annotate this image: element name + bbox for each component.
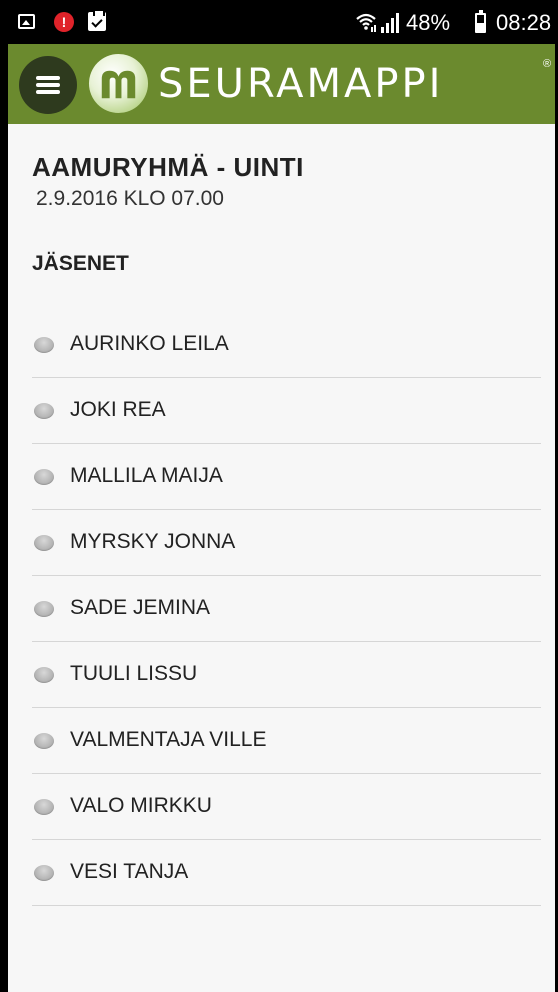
registered-mark: ® — [543, 58, 552, 70]
logo-text-seura: SEURA — [158, 61, 307, 107]
member-list-item[interactable]: MYRSKY JONNA — [32, 510, 541, 576]
member-name: VALO MIRKKU — [70, 794, 212, 817]
battery-percent: 48% — [406, 10, 451, 35]
logo-text-mappi: MAPPI — [306, 61, 444, 107]
members-section-header: JÄSENET — [32, 252, 129, 275]
member-name: MYRSKY JONNA — [70, 530, 236, 553]
clipboard-check-icon — [88, 9, 106, 31]
status-dot-icon — [34, 733, 54, 749]
status-dot-icon — [34, 667, 54, 683]
status-dot-icon — [34, 337, 54, 353]
clock: 08:28 — [496, 10, 552, 35]
status-dot-icon — [34, 535, 54, 551]
battery-icon — [475, 10, 486, 33]
status-dot-icon — [34, 799, 54, 815]
status-bar: ! 48% 08:28 — [8, 0, 555, 44]
member-list-item[interactable]: MALLILA MAIJA — [32, 444, 541, 510]
status-dot-icon — [34, 469, 54, 485]
member-list-item[interactable]: VALO MIRKKU — [32, 774, 541, 840]
gallery-icon — [18, 14, 35, 29]
main-content: AAMURYHMÄ - UINTI 2.9.2016 KLO 07.00 JÄS… — [8, 124, 555, 992]
status-dot-icon — [34, 865, 54, 881]
member-list: AURINKO LEILA JOKI REA MALLILA MAIJA MYRSKY… — [32, 312, 541, 906]
status-dot-icon — [34, 601, 54, 617]
member-name: TUULI LISSU — [70, 662, 198, 685]
member-name: VESI TANJA — [70, 860, 189, 883]
wifi-icon — [356, 13, 376, 32]
member-list-item[interactable]: VESI TANJA — [32, 840, 541, 906]
member-name: JOKI REA — [70, 398, 166, 421]
member-name: AURINKO LEILA — [70, 332, 229, 355]
menu-button[interactable] — [19, 56, 77, 114]
member-list-item[interactable]: AURINKO LEILA — [32, 312, 541, 378]
event-date: 2.9.2016 KLO 07.00 — [36, 187, 224, 210]
member-name: MALLILA MAIJA — [70, 464, 223, 487]
member-list-item[interactable]: TUULI LISSU — [32, 642, 541, 708]
logo-wordmark: SEURAMAPPI — [158, 62, 443, 106]
member-list-item[interactable]: SADE JEMINA — [32, 576, 541, 642]
app-header: SEURAMAPPI ® — [8, 44, 555, 124]
logo-mark-icon — [88, 53, 149, 114]
member-list-item[interactable]: JOKI REA — [32, 378, 541, 444]
alert-icon: ! — [54, 12, 74, 32]
member-list-item[interactable]: VALMENTAJA VILLE — [32, 708, 541, 774]
signal-icon — [381, 13, 399, 33]
screen-edge-left — [0, 0, 8, 992]
app-screen: ! 48% 08:28 SEURAMAPPI ® AAMURYHMÄ - UIN… — [0, 0, 558, 992]
battery-fill — [477, 23, 484, 31]
event-title: AAMURYHMÄ - UINTI — [32, 152, 304, 182]
member-name: VALMENTAJA VILLE — [70, 728, 267, 751]
status-dot-icon — [34, 403, 54, 419]
member-name: SADE JEMINA — [70, 596, 211, 619]
